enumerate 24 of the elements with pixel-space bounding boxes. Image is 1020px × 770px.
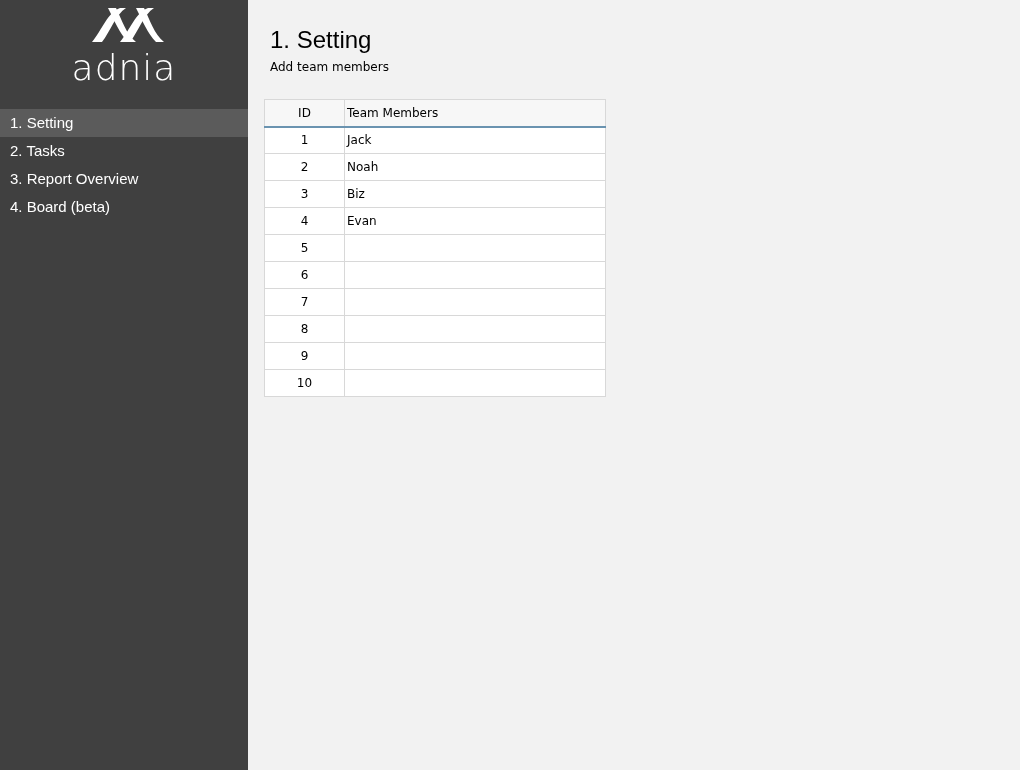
nav-item[interactable]: 3. Report Overview <box>0 165 248 193</box>
table-cell: 9 <box>264 342 345 370</box>
table-cell: 5 <box>264 234 345 262</box>
page-title: 1. Setting <box>270 25 373 55</box>
table-cell: 10 <box>264 369 345 397</box>
logo-icon <box>90 6 166 44</box>
table-cell: 6 <box>264 261 345 289</box>
table-cell: Evan <box>344 207 606 235</box>
column-header: Team Members <box>344 99 606 127</box>
table-cell: Noah <box>344 153 606 181</box>
table-cell: 2 <box>264 153 345 181</box>
table-cell: 8 <box>264 315 345 343</box>
table-cell: 3 <box>264 180 345 208</box>
table-cell: 1 <box>264 126 345 154</box>
nav-item[interactable]: 1. Setting <box>0 109 248 137</box>
nav-item[interactable]: 4. Board (beta) <box>0 193 248 221</box>
column-header: ID <box>264 99 345 127</box>
brand-name: adnia <box>71 48 177 88</box>
table-cell: 4 <box>264 207 345 235</box>
nav-item[interactable]: 2. Tasks <box>0 137 248 165</box>
page-subtitle: Add team members <box>270 60 390 74</box>
table-cell: 7 <box>264 288 345 316</box>
table-cell: Jack <box>344 126 606 154</box>
table-cell: Biz <box>344 180 606 208</box>
